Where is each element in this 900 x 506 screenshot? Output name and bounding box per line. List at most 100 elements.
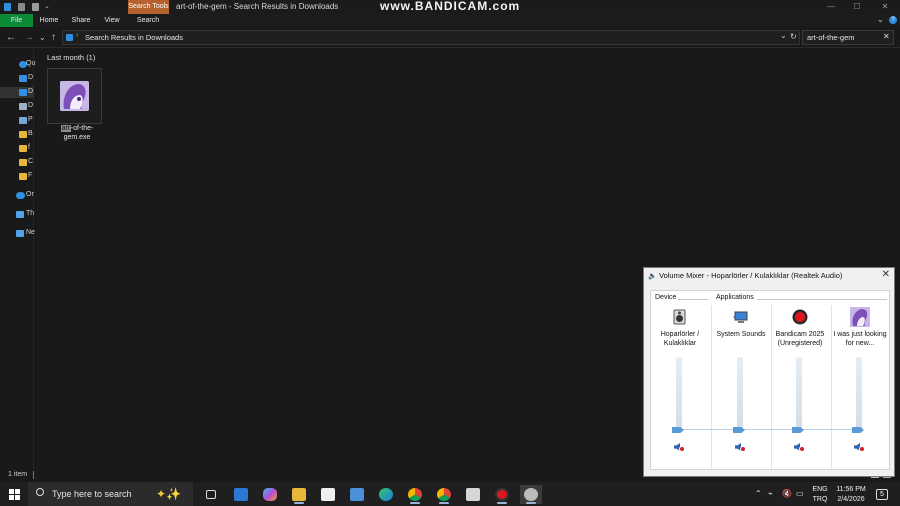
expand-ribbon-icon[interactable]: ⌄ <box>877 15 884 24</box>
recent-locations-icon[interactable]: ⌄ <box>39 32 46 43</box>
explorer-titlebar: ⌄ Search Tools art-of-the-gem - Search R… <box>0 0 900 14</box>
volume-slider-thumb[interactable] <box>733 427 745 433</box>
up-arrow-icon[interactable]: ↑ <box>51 32 56 43</box>
navigation-pane: Qu D D D P B f C F Or Th Ne <box>0 48 35 468</box>
clear-search-icon[interactable]: ✕ <box>883 32 890 41</box>
documents-folder-icon <box>19 103 27 110</box>
tab-share[interactable]: Share <box>68 14 94 27</box>
mixer-title: Volume Mixer - Hoparlörler / Kulaklıklar… <box>659 271 843 280</box>
clock-time: 11:56 PM <box>836 486 866 493</box>
close-icon[interactable]: ✕ <box>872 0 898 14</box>
nav-item-network[interactable]: Ne <box>0 228 35 239</box>
chrome-icon[interactable] <box>404 485 426 504</box>
tab-search[interactable]: Search <box>133 14 163 27</box>
app-window-icon[interactable] <box>462 485 484 504</box>
windows-start-icon[interactable] <box>9 489 20 500</box>
minimize-icon[interactable]: — <box>818 0 844 14</box>
help-icon[interactable]: ? <box>889 16 897 24</box>
channel-name: Hoparlörler / Kulaklıklar <box>660 331 700 347</box>
mute-button[interactable] <box>794 441 806 453</box>
chrome-profile-icon[interactable] <box>433 485 455 504</box>
nav-item-folder-c[interactable]: C <box>0 157 34 168</box>
task-view-icon[interactable] <box>200 485 222 504</box>
nav-item-desktop[interactable]: D <box>0 73 34 84</box>
bandicam-taskbar-icon[interactable] <box>491 485 513 504</box>
network-tray-icon[interactable]: ⌁ <box>768 489 773 498</box>
volume-slider-track[interactable] <box>856 357 862 433</box>
volume-slider-thumb[interactable] <box>852 427 864 433</box>
mixer-channel-bandicam: Bandicam 2025 (Unregistered) <box>771 309 829 469</box>
edge-icon[interactable] <box>375 485 397 504</box>
battery-tray-icon[interactable]: ▭ <box>796 489 804 498</box>
new-folder-icon[interactable] <box>32 3 39 11</box>
maximize-icon[interactable]: ☐ <box>844 0 870 14</box>
forward-arrow-icon[interactable]: → <box>24 32 34 43</box>
file-explorer-icon[interactable] <box>288 485 310 504</box>
status-divider <box>33 471 34 479</box>
volume-slider-track[interactable] <box>676 357 682 433</box>
volume-mixer-taskbar-icon[interactable] <box>520 485 542 504</box>
group-header[interactable]: Last month (1) <box>47 53 95 62</box>
address-row: ← → ⌄ ↑ › Search Results in Downloads ⌄ … <box>0 27 900 48</box>
notification-center-icon[interactable]: 5 <box>876 489 888 500</box>
customize-quick-access-icon[interactable]: ⌄ <box>44 2 50 10</box>
pictures-folder-icon <box>19 117 27 124</box>
folder-icon <box>19 173 27 180</box>
nav-item-label: Th <box>26 210 35 217</box>
nav-item-this-pc[interactable]: Th <box>0 209 34 220</box>
mixer-panel: Device Applications Hoparlörler / Kulakl… <box>650 290 890 471</box>
search-tools-tab[interactable]: Search Tools <box>128 0 169 14</box>
file-name-label[interactable]: art-of-the- gem.exe <box>50 124 104 142</box>
mute-button[interactable] <box>674 441 686 453</box>
applications-rule <box>757 299 887 300</box>
nav-item-folder-f2[interactable]: F <box>0 171 34 182</box>
properties-icon[interactable] <box>18 3 25 11</box>
nav-item-downloads[interactable]: D <box>0 87 34 98</box>
nav-item-pictures[interactable]: P <box>0 115 34 126</box>
nav-item-label: D <box>28 88 34 95</box>
address-bar[interactable]: › Search Results in Downloads ⌄ ↻ <box>62 30 800 45</box>
nav-item-label: Ne <box>26 229 35 236</box>
tab-file[interactable]: File <box>0 14 33 27</box>
show-hidden-icons-chevron-icon[interactable]: ⌃ <box>755 489 762 498</box>
back-arrow-icon[interactable]: ← <box>6 32 16 43</box>
nav-item-label: D <box>28 74 34 81</box>
no-sound-icon <box>859 446 865 452</box>
no-sound-icon <box>679 446 685 452</box>
volume-slider-track[interactable] <box>737 357 743 433</box>
mute-button[interactable] <box>854 441 866 453</box>
volume-slider-track[interactable] <box>796 357 802 433</box>
volume-muted-tray-icon[interactable]: 🔇 <box>782 489 792 498</box>
remote-desktop-icon[interactable] <box>346 485 368 504</box>
volume-slider-thumb[interactable] <box>792 427 804 433</box>
mixer-close-icon[interactable]: ✕ <box>882 269 890 280</box>
nav-item-documents[interactable]: D <box>0 101 34 112</box>
nav-item-folder-b[interactable]: B <box>0 129 34 140</box>
refresh-icon[interactable]: ↻ <box>790 32 797 41</box>
copilot-icon[interactable] <box>259 485 281 504</box>
file-name-part: -of-the- <box>70 125 94 132</box>
no-sound-icon <box>799 446 805 452</box>
nav-item-onedrive[interactable]: Or <box>0 190 34 201</box>
taskbar-search-box[interactable]: Type here to search ✦✨ <box>28 482 193 506</box>
search-highlights-icon[interactable]: ✦✨ <box>156 487 181 501</box>
tab-view[interactable]: View <box>100 14 124 27</box>
volume-slider-thumb[interactable] <box>672 427 684 433</box>
mute-button[interactable] <box>735 441 747 453</box>
mail-icon[interactable] <box>230 485 252 504</box>
language-indicator[interactable]: ENG TRQ <box>812 485 828 505</box>
bandicam-watermark: www.BANDICAM.com <box>380 0 521 13</box>
microsoft-store-icon[interactable] <box>317 485 339 504</box>
tab-home[interactable]: Home <box>36 14 62 27</box>
system-sounds-icon <box>733 309 749 325</box>
nav-item-label: B <box>28 130 33 137</box>
taskbar-search-placeholder: Type here to search <box>52 489 132 499</box>
file-item[interactable] <box>47 68 102 124</box>
taskbar-clock[interactable]: 11:56 PM 2/4/2026 <box>831 485 871 505</box>
search-input[interactable]: art-of-the-gem ✕ <box>802 30 894 45</box>
address-dropdown-icon[interactable]: ⌄ <box>780 31 787 40</box>
nav-item-folder-f[interactable]: f <box>0 143 34 154</box>
mixer-channel-system-sounds: System Sounds <box>712 309 770 469</box>
nav-item-quick-access[interactable]: Qu <box>0 59 35 70</box>
search-match-highlight: art <box>60 125 71 132</box>
